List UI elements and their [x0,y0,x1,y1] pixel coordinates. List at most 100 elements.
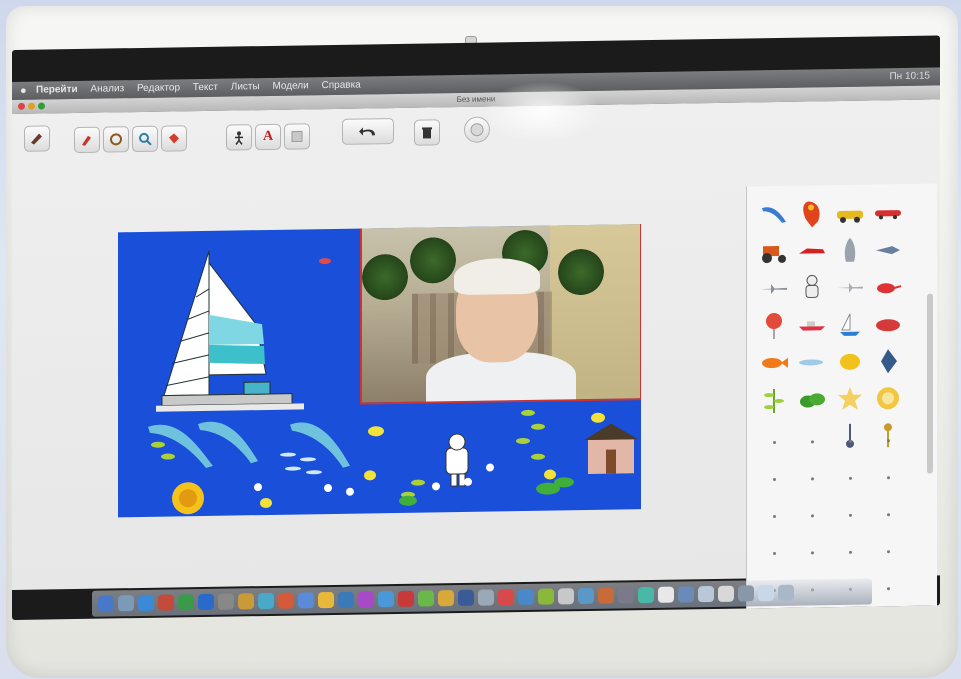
palette-item[interactable] [831,232,869,270]
background-tool[interactable] [284,123,310,150]
brush-tool[interactable] [74,126,100,154]
dock-app-icon[interactable] [458,589,474,606]
trash-dock-icon[interactable] [778,584,794,601]
zoom-tool[interactable] [132,125,158,153]
dock-app-icon[interactable] [158,594,174,611]
plane-icon [761,283,787,294]
zoom-icon[interactable] [38,102,45,110]
palette-item[interactable] [755,381,793,419]
palette-item[interactable] [831,343,869,381]
menu-item[interactable]: Текст [193,82,218,93]
palette-item[interactable] [869,231,907,269]
dock-app-icon[interactable] [498,589,514,606]
dock-app-icon[interactable] [238,593,254,610]
finder-icon[interactable] [98,595,114,612]
clear-button[interactable] [414,119,440,146]
bush-icon [800,392,825,407]
apple-menu-icon[interactable]: ● [20,82,27,100]
dock-app-icon[interactable] [358,591,374,608]
fish-school-sprite[interactable] [280,452,322,475]
dock-app-icon[interactable] [218,593,234,610]
paint-tool[interactable] [161,125,187,152]
menu-item[interactable]: Модели [272,80,308,92]
palette-item[interactable] [831,195,869,233]
palette-item[interactable] [793,380,831,418]
dock-app-icon[interactable] [278,592,294,609]
palette-item[interactable] [869,268,907,306]
plant-sprite[interactable] [399,477,574,506]
dock-app-icon[interactable] [698,585,714,603]
dock-app-icon[interactable] [658,586,674,603]
menu-item[interactable]: Справка [322,80,361,92]
dock-app-icon[interactable] [438,590,454,607]
dolphin-sprite[interactable] [148,420,350,471]
webcam-background [362,253,408,301]
dock-app-icon[interactable] [418,590,434,607]
palette-item[interactable] [793,269,831,307]
menu-item[interactable]: Редактор [137,82,180,94]
dock-app-icon[interactable] [378,590,394,608]
dashboard-icon[interactable] [118,595,134,612]
close-icon[interactable] [18,102,25,110]
palette-item[interactable] [755,196,793,234]
palette-item[interactable] [869,379,907,417]
record-button[interactable] [464,116,490,143]
palette-item[interactable] [793,306,831,344]
dock-app-icon[interactable] [538,588,554,605]
palette-item[interactable] [869,305,907,343]
dock-app-icon[interactable] [178,594,194,611]
dock-app-icon[interactable] [758,585,774,602]
brush-icon [82,135,91,146]
dock-app-icon[interactable] [398,590,414,607]
dock-app-icon[interactable] [638,586,654,604]
dock-app-icon[interactable] [738,585,754,602]
house-sprite[interactable] [584,423,638,474]
sailboat-sprite[interactable] [154,243,304,425]
palette-item[interactable] [869,342,907,380]
palette-item[interactable] [755,233,793,271]
dock-app-icon[interactable] [578,587,594,605]
window-title: Без имени [456,94,496,105]
trash-icon [422,127,432,139]
pointer-icon [31,133,42,145]
dock-app-icon[interactable] [318,591,334,609]
text-tool[interactable]: A [255,123,281,151]
palette-item[interactable] [831,380,869,418]
dock-app-icon[interactable] [338,591,354,608]
dock-app-icon[interactable] [298,592,314,609]
figure-tool[interactable] [226,124,252,151]
palette-item[interactable] [755,270,793,308]
palette-scrollbar[interactable] [927,293,933,474]
undo-button[interactable] [342,117,394,145]
palette-item[interactable] [755,344,793,382]
dock-app-icon[interactable] [198,593,214,611]
rotate-tool[interactable] [103,126,129,153]
menu-app[interactable]: Перейти [36,84,78,96]
dock-app-icon[interactable] [678,586,694,603]
pointer-tool[interactable] [24,125,50,152]
palette-item[interactable] [793,195,831,233]
astronaut-sprite[interactable] [445,433,469,487]
palette-item[interactable] [793,343,831,381]
shell-sprite[interactable] [172,482,204,515]
minimize-icon[interactable] [28,102,35,110]
palette-item[interactable] [831,269,869,307]
window-controls [18,102,45,110]
background-icon [291,130,303,143]
menu-item[interactable]: Листы [231,81,260,92]
menu-item[interactable]: Анализ [90,83,124,95]
dock-app-icon[interactable] [598,587,614,604]
palette-item[interactable] [831,306,869,344]
dock-app-icon[interactable] [258,592,274,610]
stage-canvas[interactable] [118,224,641,518]
red-fish-sprite[interactable] [318,257,332,265]
palette-item[interactable] [869,194,907,232]
safari-icon[interactable] [138,594,154,612]
dock-app-icon[interactable] [718,585,734,602]
dock-app-icon[interactable] [478,589,494,606]
dock-app-icon[interactable] [618,587,634,604]
palette-item[interactable] [793,232,831,270]
dock-app-icon[interactable] [518,588,534,606]
palette-item[interactable] [755,307,793,345]
dock-app-icon[interactable] [558,588,574,605]
